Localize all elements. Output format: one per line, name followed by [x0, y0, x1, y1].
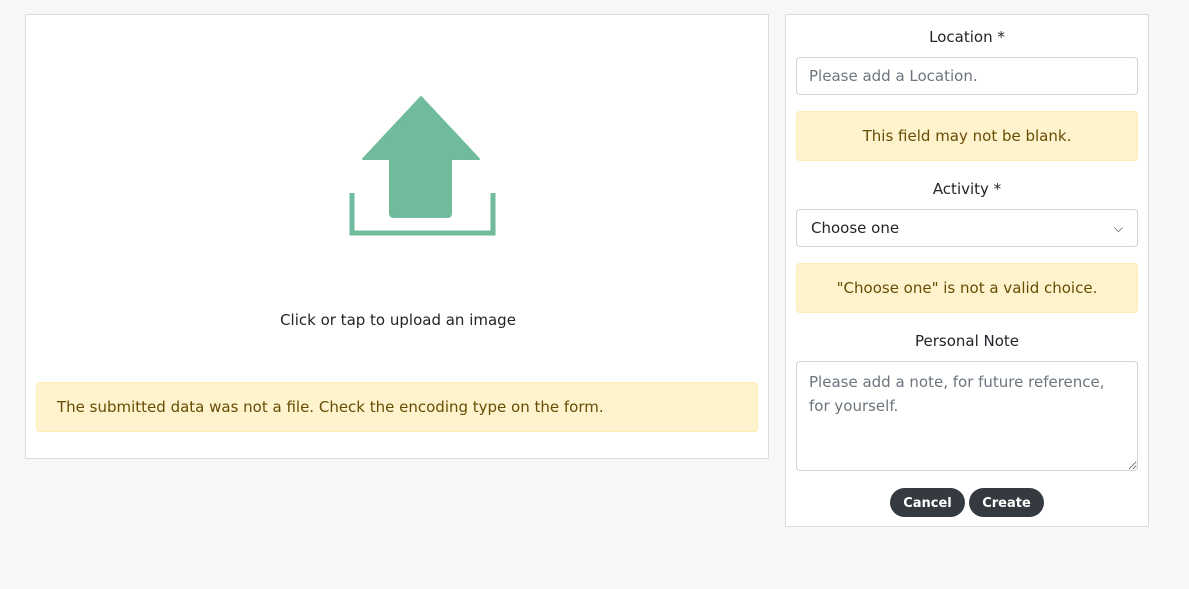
- chevron-down-icon: ⌵: [1113, 220, 1123, 235]
- create-form-panel: Location * This field may not be blank. …: [785, 14, 1149, 527]
- activity-label: Activity *: [932, 180, 1002, 198]
- activity-select[interactable]: Choose one ⌵: [796, 209, 1138, 247]
- location-label: Location *: [929, 28, 1005, 46]
- personal-note-textarea[interactable]: [796, 361, 1138, 471]
- personal-note-label: Personal Note: [914, 332, 1020, 350]
- upload-icon[interactable]: [348, 95, 498, 237]
- upload-instruction[interactable]: Click or tap to upload an image: [26, 311, 770, 329]
- create-button[interactable]: Create: [969, 488, 1044, 517]
- activity-selected-value: Choose one: [811, 219, 900, 237]
- cancel-button[interactable]: Cancel: [890, 488, 965, 517]
- activity-error-alert: "Choose one" is not a valid choice.: [796, 263, 1138, 313]
- image-upload-panel[interactable]: Click or tap to upload an image The subm…: [25, 14, 769, 459]
- upload-error-alert: The submitted data was not a file. Check…: [36, 382, 758, 432]
- location-error-alert: This field may not be blank.: [796, 111, 1138, 161]
- location-input[interactable]: [796, 57, 1138, 95]
